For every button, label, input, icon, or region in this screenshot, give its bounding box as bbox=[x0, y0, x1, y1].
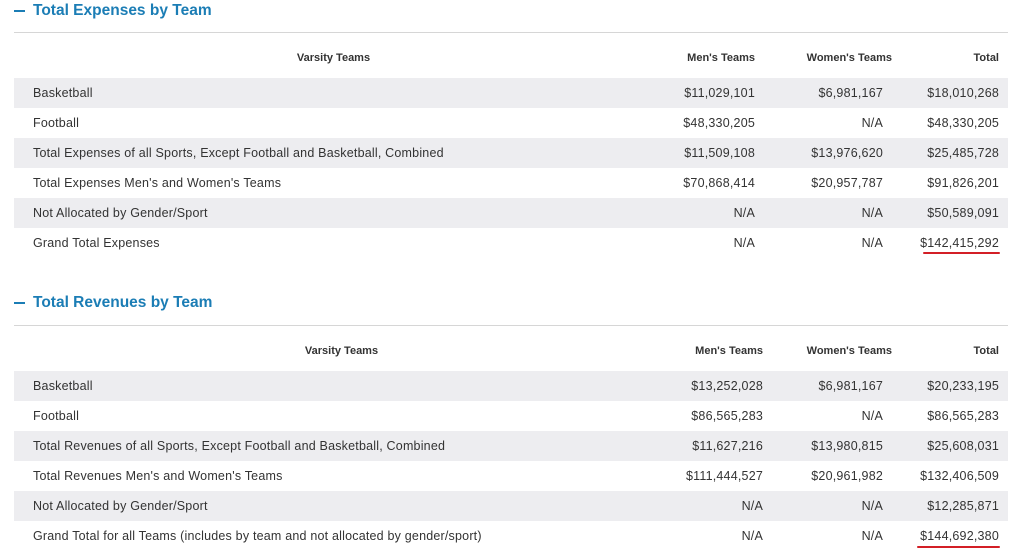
table-row: Total Expenses of all Sports, Except Foo… bbox=[14, 138, 1008, 168]
table-row: Football $86,565,283 N/A $86,565,283 bbox=[14, 401, 1008, 431]
table-row: Basketball $11,029,101 $6,981,167 $18,01… bbox=[14, 78, 1008, 108]
womens-value: N/A bbox=[861, 529, 883, 543]
womens-value: N/A bbox=[764, 198, 892, 228]
section-divider bbox=[14, 32, 1008, 33]
womens-value: N/A bbox=[861, 409, 883, 423]
revenues-section-toggle[interactable]: Total Revenues by Team bbox=[14, 292, 212, 314]
womens-value: $6,981,167 bbox=[772, 371, 892, 401]
total-value: $20,233,195 bbox=[892, 371, 1008, 401]
mens-value: N/A bbox=[669, 491, 772, 521]
total-value: $50,589,091 bbox=[892, 198, 1008, 228]
total-value: $91,826,201 bbox=[927, 176, 999, 190]
table-row: Grand Total for all Teams (includes by t… bbox=[14, 521, 1008, 551]
table-row: Not Allocated by Gender/Sport N/A N/A $1… bbox=[14, 491, 1008, 521]
table-header-row: Varsity Teams Men's Teams Women's Teams … bbox=[14, 38, 1008, 78]
column-header-total: Total bbox=[973, 52, 999, 64]
row-label: Grand Total Expenses bbox=[33, 236, 160, 250]
row-label: Grand Total for all Teams (includes by t… bbox=[33, 529, 482, 543]
mens-value: $11,627,216 bbox=[669, 431, 772, 461]
total-value: $25,608,031 bbox=[892, 431, 1008, 461]
row-label: Football bbox=[33, 116, 80, 130]
total-value: $12,285,871 bbox=[892, 491, 1008, 521]
mens-value: $70,868,414 bbox=[683, 176, 755, 190]
table-row: Grand Total Expenses N/A N/A $142,415,29… bbox=[14, 228, 1008, 258]
mens-value: N/A bbox=[741, 529, 763, 543]
womens-value: $13,976,620 bbox=[764, 138, 892, 168]
mens-value: N/A bbox=[653, 198, 764, 228]
section-title: Total Revenues by Team bbox=[33, 294, 213, 311]
mens-value: N/A bbox=[733, 236, 755, 250]
row-label: Basketball bbox=[14, 371, 669, 401]
table-row: Basketball $13,252,028 $6,981,167 $20,23… bbox=[14, 371, 1008, 401]
column-header-mens-teams: Men's Teams bbox=[695, 345, 763, 357]
column-header-womens-teams: Women's Teams bbox=[806, 52, 892, 64]
column-header-total: Total bbox=[973, 345, 999, 357]
table-row: Total Revenues of all Sports, Except Foo… bbox=[14, 431, 1008, 461]
row-label: Total Expenses of all Sports, Except Foo… bbox=[14, 138, 653, 168]
row-label: Basketball bbox=[14, 78, 653, 108]
table-row: Football $48,330,205 N/A $48,330,205 bbox=[14, 108, 1008, 138]
total-value: $86,565,283 bbox=[927, 409, 999, 423]
womens-value: $13,980,815 bbox=[772, 431, 892, 461]
column-header-varsity-teams: Varsity Teams bbox=[296, 52, 371, 64]
column-header-mens-teams: Men's Teams bbox=[687, 52, 755, 64]
womens-value: N/A bbox=[861, 236, 883, 250]
table-row: Total Expenses Men's and Women's Teams $… bbox=[14, 168, 1008, 198]
minus-icon[interactable] bbox=[14, 302, 25, 304]
expenses-table: Varsity Teams Men's Teams Women's Teams … bbox=[14, 38, 1008, 258]
table-row: Total Revenues Men's and Women's Teams $… bbox=[14, 461, 1008, 491]
grand-total-underline bbox=[917, 546, 1000, 548]
grand-total-underline bbox=[923, 252, 1000, 254]
womens-value: N/A bbox=[861, 116, 883, 130]
womens-value: $6,981,167 bbox=[764, 78, 892, 108]
revenues-table: Varsity Teams Men's Teams Women's Teams … bbox=[14, 331, 1008, 551]
total-value: $48,330,205 bbox=[927, 116, 999, 130]
row-label: Total Expenses Men's and Women's Teams bbox=[33, 176, 282, 190]
mens-value: $13,252,028 bbox=[669, 371, 772, 401]
row-label: Not Allocated by Gender/Sport bbox=[14, 198, 653, 228]
column-header-varsity-teams: Varsity Teams bbox=[304, 345, 379, 357]
section-title: Total Expenses by Team bbox=[33, 2, 212, 19]
row-label: Not Allocated by Gender/Sport bbox=[14, 491, 669, 521]
mens-value: $11,029,101 bbox=[653, 78, 764, 108]
section-divider bbox=[14, 325, 1008, 326]
row-label: Total Revenues of all Sports, Except Foo… bbox=[14, 431, 669, 461]
expenses-section-toggle[interactable]: Total Expenses by Team bbox=[14, 0, 212, 22]
mens-value: $48,330,205 bbox=[683, 116, 755, 130]
mens-value: $11,509,108 bbox=[653, 138, 764, 168]
column-header-womens-teams: Women's Teams bbox=[806, 345, 892, 357]
row-label: Football bbox=[33, 409, 80, 423]
total-value: $25,485,728 bbox=[892, 138, 1008, 168]
mens-value: $86,565,283 bbox=[691, 409, 763, 423]
table-row: Not Allocated by Gender/Sport N/A N/A $5… bbox=[14, 198, 1008, 228]
table-header-row: Varsity Teams Men's Teams Women's Teams … bbox=[14, 331, 1008, 371]
mens-value: $111,444,527 bbox=[685, 469, 763, 483]
minus-icon[interactable] bbox=[14, 10, 25, 12]
row-label: Total Revenues Men's and Women's Teams bbox=[33, 469, 283, 483]
womens-value: $20,961,982 bbox=[811, 469, 883, 483]
total-value: $132,406,509 bbox=[920, 469, 999, 483]
total-value: $18,010,268 bbox=[892, 78, 1008, 108]
womens-value: $20,957,787 bbox=[811, 176, 883, 190]
womens-value: N/A bbox=[772, 491, 892, 521]
